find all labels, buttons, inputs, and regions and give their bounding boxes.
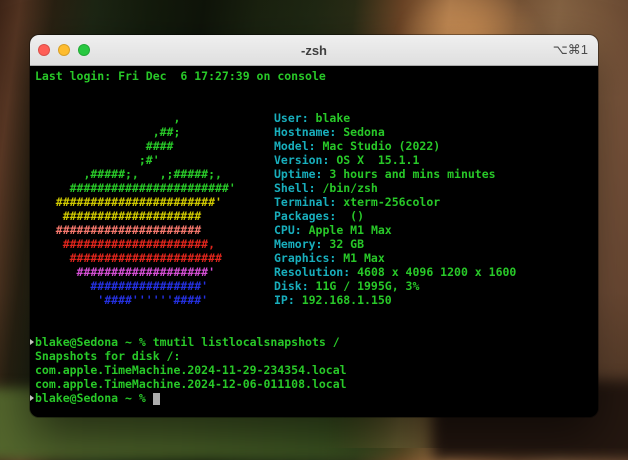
ascii-logo-line: #####################,: [35, 237, 216, 251]
prompt-marker-icon: [30, 395, 34, 401]
ascii-logo-line: ######################: [35, 251, 222, 265]
window-titlebar[interactable]: -zsh ⌥⌘1: [30, 35, 598, 66]
info-value: 32 GB: [322, 237, 365, 251]
info-value: 11G / 1995G, 3%: [308, 279, 420, 293]
info-value: (): [336, 209, 365, 223]
info-label: Shell:: [274, 181, 316, 195]
info-label: Hostname:: [274, 125, 337, 139]
info-label: CPU:: [274, 223, 302, 237]
terminal-line: blake@Sedona ~ %: [30, 391, 598, 405]
terminal-text: blake@Sedona ~ % tmutil listlocalsnapsho…: [35, 335, 340, 349]
info-line: User: blake: [274, 111, 516, 125]
info-line: Memory: 32 GB: [274, 237, 516, 251]
terminal-text: Snapshots for disk /:: [35, 349, 181, 363]
ascii-logo-line: ####################: [35, 209, 202, 223]
info-line: Resolution: 4608 x 4096 1200 x 1600: [274, 265, 516, 279]
terminal-cursor[interactable]: [152, 393, 160, 405]
info-label: Terminal:: [274, 195, 337, 209]
info-line: Model: Mac Studio (2022): [274, 139, 516, 153]
info-label: User:: [274, 111, 309, 125]
info-label: Version:: [274, 153, 330, 167]
ascii-logo-line: ################': [35, 279, 209, 293]
info-value: Sedona: [336, 125, 385, 139]
terminal-line: com.apple.TimeMachine.2024-12-06-011108.…: [35, 377, 598, 391]
info-label: Model:: [274, 139, 316, 153]
info-label: Packages:: [274, 209, 337, 223]
info-line: Shell: /bin/zsh: [274, 181, 516, 195]
system-info: User: blake Hostname: Sedona Model: Mac St…: [274, 111, 516, 307]
info-label: Memory:: [274, 237, 323, 251]
ascii-logo-line: ###################': [35, 265, 216, 279]
terminal-line: com.apple.TimeMachine.2024-11-29-234354.…: [35, 363, 598, 377]
last-login-line: Last login: Fri Dec 6 17:27:39 on consol…: [35, 69, 326, 83]
archey-output: , ,##; #### ;#' ,#####;, ,;#####;, #####…: [35, 111, 598, 307]
terminal-text: com.apple.TimeMachine.2024-12-06-011108.…: [35, 377, 347, 391]
ascii-logo-line: '####''''''####': [35, 293, 209, 307]
ascii-logo-line: #######################': [35, 181, 236, 195]
info-line: Packages: (): [274, 209, 516, 223]
window-shortcut-badge: ⌥⌘1: [552, 42, 588, 57]
info-value: /bin/zsh: [315, 181, 378, 195]
terminal-line: blake@Sedona ~ % tmutil listlocalsnapsho…: [30, 335, 598, 349]
terminal-window: -zsh ⌥⌘1 Last login: Fri Dec 6 17:27:39 …: [30, 35, 598, 417]
info-value: 3 hours and mins minutes: [322, 167, 496, 181]
info-value: 4608 x 4096 1200 x 1600: [350, 265, 517, 279]
info-label: Uptime:: [274, 167, 323, 181]
info-label: Resolution:: [274, 265, 351, 279]
info-value: blake: [308, 111, 351, 125]
desktop: { "window": { "title": "-zsh", "shortcut…: [0, 0, 628, 460]
info-line: Terminal: xterm-256color: [274, 195, 516, 209]
info-label: Graphics:: [274, 251, 337, 265]
ascii-logo-line: ;#': [35, 153, 160, 167]
ascii-logo-line: #####################: [35, 223, 202, 237]
ascii-logo-line: #######################': [35, 195, 222, 209]
info-line: IP: 192.168.1.150: [274, 293, 516, 307]
info-value: xterm-256color: [336, 195, 441, 209]
terminal-line: Snapshots for disk /:: [35, 349, 598, 363]
info-value: M1 Max: [336, 251, 385, 265]
ascii-logo: , ,##; #### ;#' ,#####;, ,;#####;, #####…: [35, 111, 236, 307]
info-label: Disk:: [274, 279, 309, 293]
info-line: Graphics: M1 Max: [274, 251, 516, 265]
prompt-marker-icon: [30, 339, 34, 345]
ascii-logo-line: ####: [35, 139, 174, 153]
info-line: CPU: Apple M1 Max: [274, 223, 516, 237]
session-lines: blake@Sedona ~ % tmutil listlocalsnapsho…: [30, 335, 598, 405]
info-line: Uptime: 3 hours and mins minutes: [274, 167, 516, 181]
info-value: Apple M1 Max: [301, 223, 392, 237]
ascii-logo-line: ,##;: [35, 125, 181, 139]
info-label: IP:: [274, 293, 295, 307]
info-value: 192.168.1.150: [294, 293, 392, 307]
window-title: -zsh: [301, 42, 327, 58]
terminal-content[interactable]: Last login: Fri Dec 6 17:27:39 on consol…: [30, 66, 598, 417]
ascii-logo-line: ,#####;, ,;#####;,: [35, 167, 222, 181]
ascii-logo-line: ,: [35, 111, 181, 125]
info-line: Disk: 11G / 1995G, 3%: [274, 279, 516, 293]
info-value: Mac Studio (2022): [315, 139, 441, 153]
terminal-text: blake@Sedona ~ %: [35, 391, 153, 405]
info-value: OS X 15.1.1: [329, 153, 420, 167]
info-line: Version: OS X 15.1.1: [274, 153, 516, 167]
info-line: Hostname: Sedona: [274, 125, 516, 139]
terminal-text: com.apple.TimeMachine.2024-11-29-234354.…: [35, 363, 347, 377]
